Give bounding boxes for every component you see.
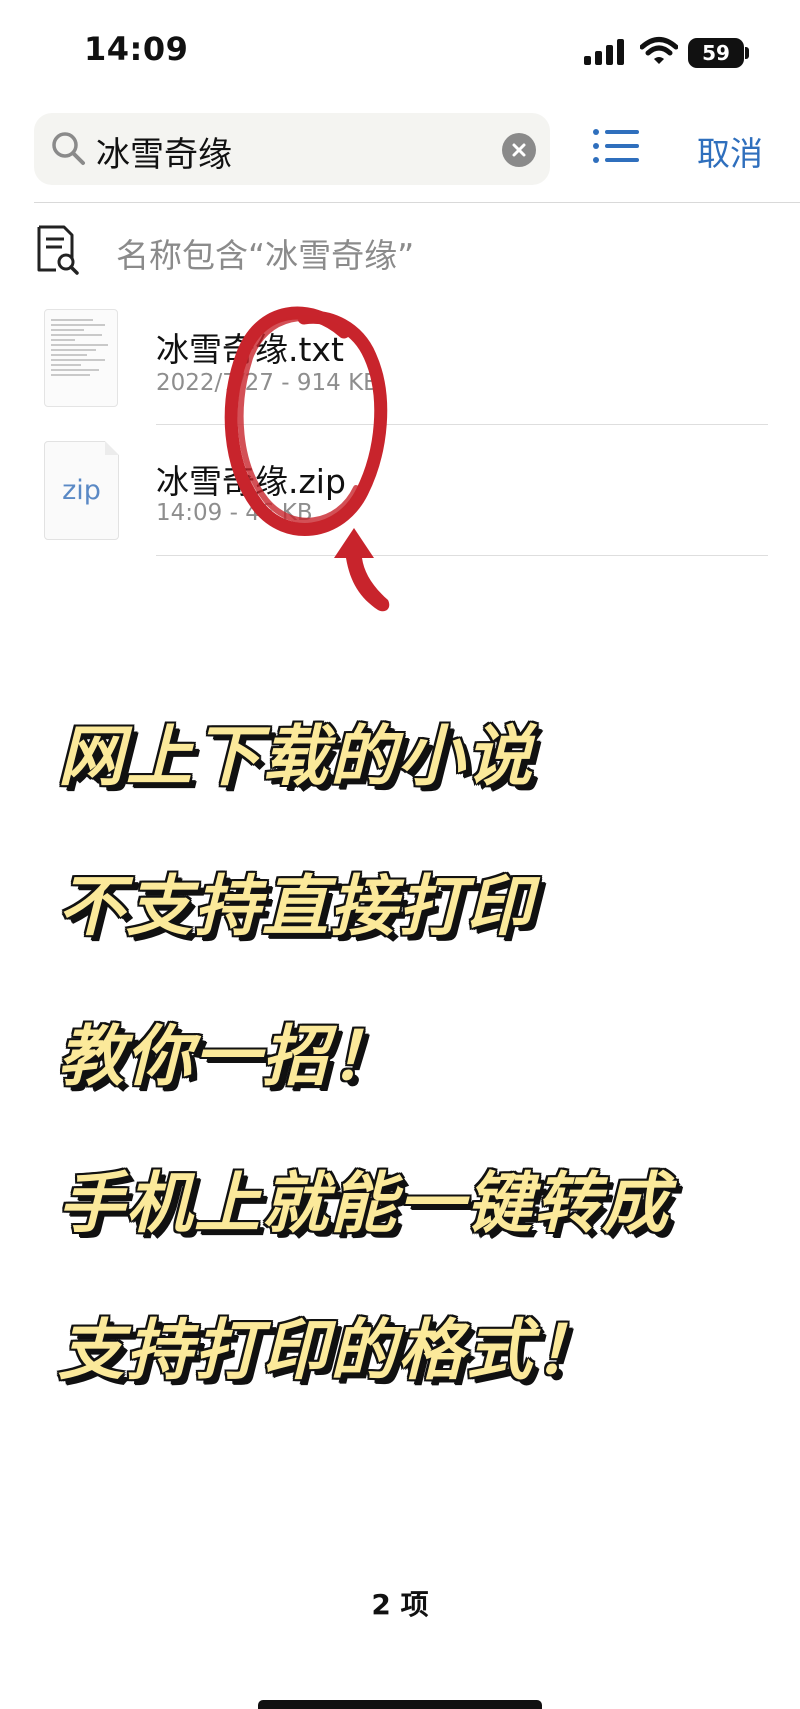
list-view-icon[interactable] — [592, 128, 640, 164]
promo-line: 手机上就能一键转成 — [58, 1165, 670, 1242]
signal-icon — [584, 39, 624, 65]
promo-line: 网上下载的小说 — [58, 718, 534, 795]
item-count: 2 项 — [371, 1588, 429, 1621]
document-search-icon — [37, 225, 79, 275]
status-time: 14:09 — [84, 30, 189, 68]
search-input[interactable]: 冰雪奇缘 — [96, 127, 232, 176]
promo-line: 支持打印的格式！ — [58, 1312, 602, 1389]
cancel-button[interactable]: 取消 — [697, 127, 763, 175]
promo-line: 教你一招！ — [58, 1018, 398, 1095]
battery-cap — [745, 47, 749, 59]
page-fold — [105, 441, 119, 455]
filter-suggestion[interactable]: 名称包含“冰雪奇缘” — [116, 229, 414, 277]
home-indicator[interactable] — [258, 1700, 542, 1709]
red-circle-annotation — [224, 306, 390, 612]
wifi-icon — [640, 37, 678, 64]
clear-button[interactable] — [502, 133, 536, 167]
text-document-thumbnail[interactable] — [44, 309, 118, 407]
zip-file-thumbnail[interactable]: zip — [44, 441, 119, 540]
zip-label: zip — [62, 475, 101, 506]
promo-line: 不支持直接打印 — [58, 868, 534, 945]
clear-icon — [512, 143, 526, 157]
divider — [34, 202, 800, 203]
search-icon — [52, 132, 85, 165]
battery-icon: 59 — [688, 38, 744, 68]
battery-level: 59 — [702, 41, 730, 65]
